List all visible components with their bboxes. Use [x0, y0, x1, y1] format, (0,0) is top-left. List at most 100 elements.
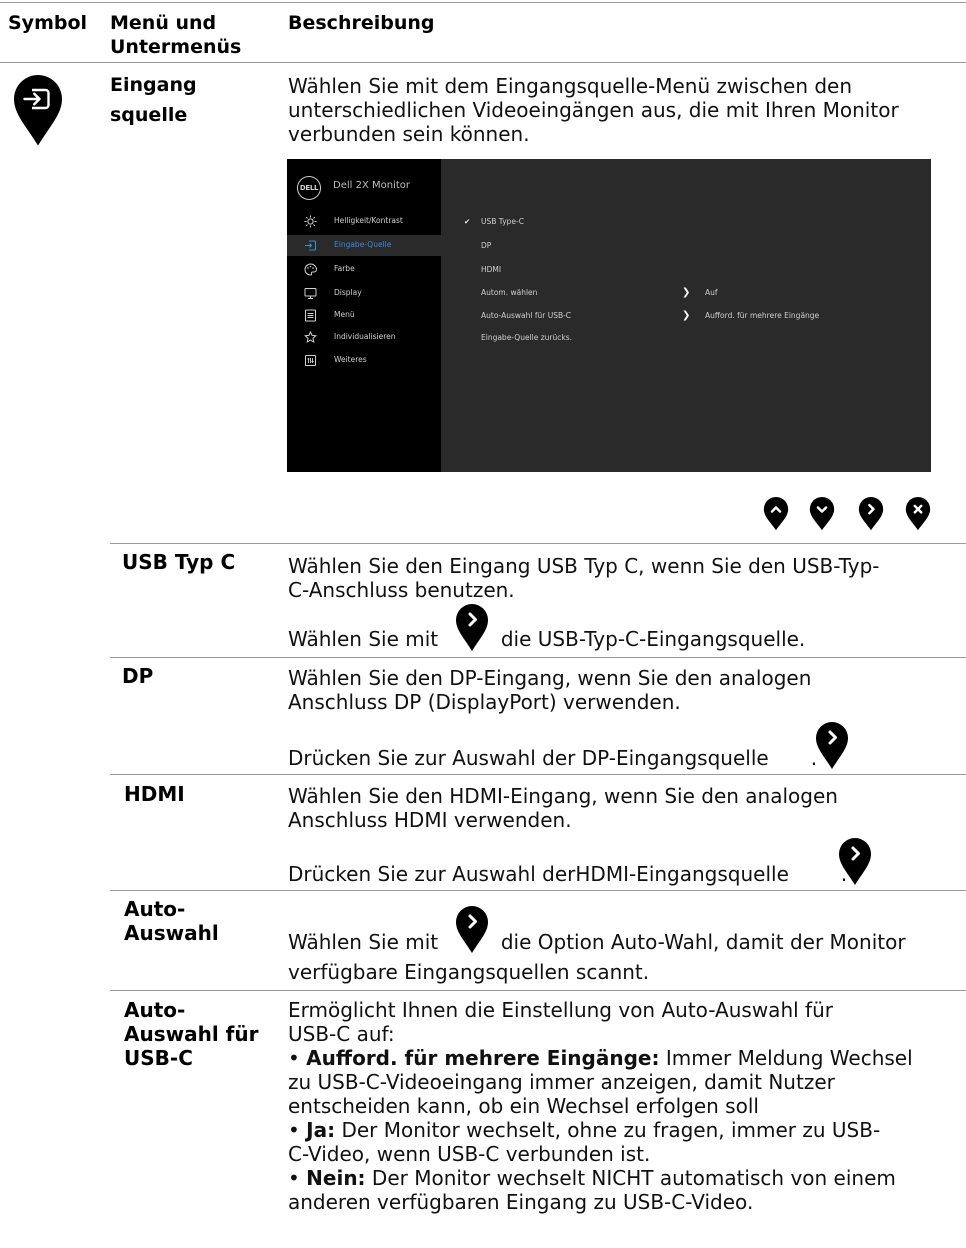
desc-line: C-Video, wenn USB-C verbunden ist.	[288, 1142, 651, 1166]
option-no: • Nein: Der Monitor wechselt NICHT autom…	[288, 1166, 913, 1190]
right-button-icon[interactable]	[857, 497, 885, 531]
right-button-icon	[455, 604, 489, 652]
auto-select-description: Wählen Sie mit die Option Auto-Wahl, dam…	[288, 930, 906, 984]
osd-option-hdmi[interactable]: HDMI	[481, 264, 501, 276]
auto-select-title: Auto- Auswahl	[124, 897, 219, 945]
desc-line: Wählen Sie mit dem Eingangsquelle-Menü z…	[288, 74, 853, 98]
desc-line: USB-C auf:	[288, 1022, 395, 1046]
input-source-icon	[14, 75, 62, 146]
usb-type-c-select-text: Wählen Sie mit die USB-Typ-C-Eingangsque…	[288, 627, 805, 651]
title-line: Auswahl für	[124, 1022, 259, 1046]
right-button-icon	[815, 722, 849, 770]
osd-item-display[interactable]: Display	[287, 283, 441, 304]
title-line: Auto-	[124, 998, 186, 1022]
header-description: Beschreibung	[288, 12, 435, 34]
osd-option-reset-input[interactable]: Eingabe-Quelle zurücks.	[481, 332, 572, 344]
desc-text: Drücken Sie zur Auswahl derHDMI-Eingangs…	[288, 862, 789, 886]
desc-line: anderen verfügbaren Eingang zu USB-C-Vid…	[288, 1190, 754, 1214]
desc-text: Wählen Sie mit	[288, 930, 439, 954]
option-label: Nein:	[306, 1166, 366, 1190]
osd-item-menu[interactable]: Menü	[287, 305, 441, 326]
option-label: Ja:	[306, 1118, 336, 1142]
osd-option-auto-select-usbc[interactable]: Auto-Auswahl für USB-C	[481, 310, 571, 322]
osd-item-others[interactable]: Weiteres	[287, 350, 441, 371]
desc-line: Wählen Sie den DP-Eingang, wenn Sie den …	[288, 666, 812, 690]
osd-option-auto-select-value: Auf	[705, 288, 718, 297]
osd-item-brightness[interactable]: Helligkeit/Kontrast	[287, 211, 441, 232]
osd-option-usb-type-c[interactable]: USB Type-C	[481, 216, 524, 228]
input-source-symbol	[12, 75, 64, 147]
osd-item-label: Individualisieren	[334, 332, 396, 341]
header-menu: Menü und Untermenüs	[110, 11, 241, 59]
other-icon	[305, 355, 316, 366]
dp-description: Wählen Sie den DP-Eingang, wenn Sie den …	[288, 666, 811, 714]
close-button-icon[interactable]	[904, 497, 932, 531]
option-yes: • Ja: Der Monitor wechselt, ohne zu frag…	[288, 1118, 913, 1142]
row-divider	[110, 774, 966, 775]
title-line: USB-C	[124, 1046, 193, 1070]
desc-line: unterschiedlichen Videoeingängen aus, di…	[288, 98, 899, 122]
right-button-icon	[838, 838, 872, 886]
row-divider	[110, 657, 966, 658]
osd-option-dp[interactable]: DP	[481, 240, 491, 252]
option-label: Aufford. für mehrere Eingänge:	[306, 1046, 660, 1070]
desc-line: Ermöglicht Ihnen die Einstellung von Aut…	[288, 998, 833, 1022]
osd-item-label: Menü	[334, 310, 355, 319]
osd-title: Dell 2X Monitor	[333, 180, 410, 191]
input-source-title-line1: Eingang	[110, 74, 197, 96]
desc-text: Der Monitor wechselt NICHT automatisch v…	[371, 1166, 896, 1190]
osd-item-personalize[interactable]: Individualisieren	[287, 327, 441, 348]
osd-sidebar: DELL Dell 2X Monitor Helligkeit/Kontrast…	[287, 159, 441, 472]
desc-line: Wählen Sie den Eingang USB Typ C, wenn S…	[288, 554, 880, 578]
chevron-right-icon: ❯	[682, 310, 691, 321]
display-icon	[304, 288, 317, 299]
header-symbol: Symbol	[8, 12, 88, 34]
dp-select-text: Drücken Sie zur Auswahl der DP-Eingangsq…	[288, 746, 817, 770]
osd-check-icon: ✔	[464, 217, 471, 226]
desc-text: Immer Meldung Wechsel	[665, 1046, 913, 1070]
desc-text: die Option Auto-Wahl, damit der Monitor	[500, 930, 906, 954]
header-menu-line2: Untermenüs	[110, 36, 242, 58]
desc-text: Wählen Sie mit	[288, 627, 439, 651]
row-divider	[110, 543, 966, 544]
osd-item-input-source[interactable]: Eingabe-Quelle	[287, 235, 441, 256]
desc-line: verbunden sein können.	[288, 122, 530, 146]
desc-line: verfügbare Eingangsquellen scannt.	[288, 960, 650, 984]
right-button-icon	[455, 906, 489, 954]
desc-text: Drücken Sie zur Auswahl der DP-Eingangsq…	[288, 746, 769, 770]
osd-item-label: Eingabe-Quelle	[334, 240, 392, 249]
osd-item-color[interactable]: Farbe	[287, 259, 441, 280]
brightness-icon	[304, 215, 317, 228]
title-line: Auto-	[124, 897, 186, 921]
star-icon	[304, 331, 317, 343]
osd-item-label: Helligkeit/Kontrast	[334, 216, 403, 225]
chevron-right-icon: ❯	[682, 287, 691, 298]
hdmi-description: Wählen Sie den HDMI-Eingang, wenn Sie de…	[288, 784, 838, 832]
osd-option-auto-select-usbc-value: Aufford. für mehrere Eingänge	[705, 311, 820, 320]
desc-line: entscheiden kann, ob ein Wechsel erfolge…	[288, 1094, 759, 1118]
row-divider	[110, 890, 966, 891]
dp-title: DP	[122, 664, 154, 688]
top-rule	[0, 2, 966, 3]
desc-line: zu USB-C-Videoeingang immer anzeigen, da…	[288, 1070, 835, 1094]
input-source-title-line2: squelle	[110, 104, 188, 126]
bullet: •	[288, 1166, 300, 1190]
input-source-description: Wählen Sie mit dem Eingangsquelle-Menü z…	[288, 74, 899, 146]
input-source-icon	[305, 240, 317, 251]
bullet: •	[288, 1118, 300, 1142]
desc-line: Wählen Sie den HDMI-Eingang, wenn Sie de…	[288, 784, 838, 808]
osd-menu-screenshot: DELL Dell 2X Monitor Helligkeit/Kontrast…	[287, 159, 931, 472]
desc-line: C-Anschluss benutzen.	[288, 578, 515, 602]
down-button-icon[interactable]	[808, 497, 836, 531]
auto-select-usbc-description: Ermöglicht Ihnen die Einstellung von Aut…	[288, 998, 913, 1214]
osd-item-label: Weiteres	[334, 355, 367, 364]
menu-icon	[305, 309, 316, 322]
header-menu-line1: Menü und	[110, 12, 217, 34]
osd-option-auto-select[interactable]: Autom. wählen	[481, 287, 537, 299]
option-prompt: • Aufford. für mehrere Eingänge: Immer M…	[288, 1046, 913, 1070]
osd-item-label: Farbe	[334, 264, 355, 273]
up-button-icon[interactable]	[762, 497, 790, 531]
header-rule	[0, 62, 966, 63]
bullet: •	[288, 1046, 300, 1070]
desc-line: Anschluss DP (DisplayPort) verwenden.	[288, 690, 681, 714]
